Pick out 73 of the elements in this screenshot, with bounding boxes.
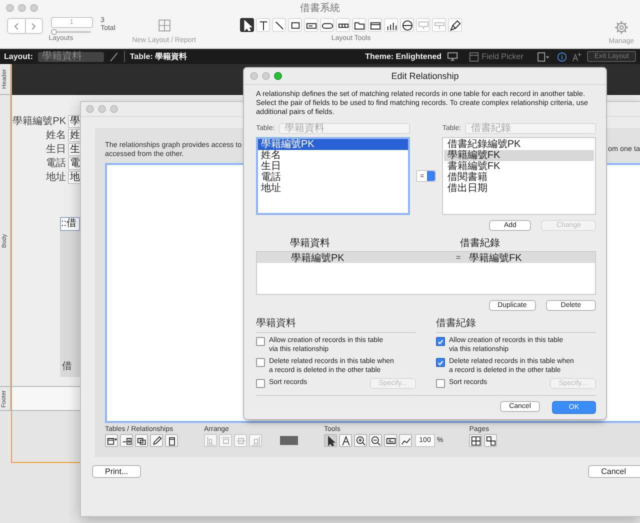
checkbox[interactable] bbox=[256, 379, 265, 388]
field-list-item[interactable]: 書籍編號FK bbox=[444, 161, 594, 172]
field-label: 姓名 bbox=[45, 129, 66, 142]
duplicate-icon[interactable] bbox=[135, 434, 148, 447]
field-label: 學籍編號PK bbox=[12, 114, 66, 128]
panel-icon[interactable] bbox=[368, 18, 382, 32]
relation-row[interactable]: 學籍編號PK = 學籍編號FK bbox=[257, 252, 595, 263]
field-list[interactable]: 學籍編號PK 姓名 生日 電話 地址 bbox=[256, 137, 410, 215]
checkbox[interactable] bbox=[256, 358, 265, 367]
cancel-button[interactable]: Cancel bbox=[588, 465, 640, 478]
page-grid-icon[interactable] bbox=[469, 434, 482, 447]
field-list[interactable]: 借書紀錄編號PK 學籍編號FK 書籍編號FK 借閱書籍 借出日期 bbox=[442, 137, 596, 215]
chart-icon[interactable] bbox=[384, 18, 398, 32]
section-header: 學籍資料 bbox=[256, 316, 297, 330]
folder-icon[interactable] bbox=[352, 18, 366, 32]
monitor-icon[interactable] bbox=[446, 51, 458, 62]
field-list-item[interactable]: 借閱書籍 bbox=[444, 172, 594, 183]
field-label: 生日 bbox=[45, 142, 66, 156]
field-list-item[interactable]: 生日 bbox=[258, 161, 408, 172]
portal[interactable]: ::借 借 bbox=[60, 217, 80, 377]
new-layout-icon bbox=[158, 19, 170, 32]
field-label: 地址 bbox=[45, 170, 66, 184]
zoom-in-icon[interactable] bbox=[354, 434, 367, 447]
text-tool-icon[interactable] bbox=[256, 18, 270, 32]
show-hide-icon[interactable] bbox=[384, 434, 397, 447]
pointer-icon[interactable] bbox=[324, 434, 337, 447]
field-list-item[interactable]: 借出日期 bbox=[444, 183, 594, 194]
field-list-item[interactable]: 借書紀錄編號PK bbox=[444, 139, 594, 150]
column-header: 學籍資料 bbox=[289, 236, 331, 250]
portal-label: 借 bbox=[61, 360, 73, 374]
text-size-icon[interactable] bbox=[572, 52, 582, 62]
text-tool-icon[interactable] bbox=[339, 434, 352, 447]
dialog-title: Edit Relationship bbox=[390, 71, 460, 81]
field-picker-icon bbox=[468, 52, 479, 62]
layout-label: Layout: bbox=[4, 52, 33, 61]
checkbox[interactable] bbox=[436, 379, 445, 388]
zoom-button[interactable] bbox=[274, 72, 282, 80]
info-icon[interactable] bbox=[557, 52, 568, 62]
add-table-icon[interactable] bbox=[105, 434, 118, 447]
print-button[interactable]: Print... bbox=[92, 465, 142, 478]
chevron-right-icon bbox=[29, 22, 38, 30]
rectangle-tool-icon[interactable] bbox=[288, 18, 302, 32]
table-name: Table: 學籍資料 bbox=[130, 51, 188, 62]
settings-icon bbox=[614, 20, 629, 35]
zoom-out-icon[interactable] bbox=[369, 434, 382, 447]
button-tool-icon[interactable] bbox=[320, 18, 334, 32]
checkbox[interactable] bbox=[256, 337, 265, 346]
slider-thumb[interactable] bbox=[50, 29, 57, 35]
chevron-left-icon bbox=[12, 22, 21, 30]
button-bar-icon[interactable] bbox=[336, 18, 350, 32]
brush-icon[interactable] bbox=[448, 18, 462, 32]
pointer-icon[interactable] bbox=[240, 18, 254, 32]
checkbox[interactable] bbox=[436, 337, 445, 346]
column-header: 借書紀錄 bbox=[460, 236, 500, 250]
line-tool-icon[interactable] bbox=[272, 18, 286, 32]
field-label: 電話 bbox=[45, 156, 66, 170]
field-list-item[interactable]: 電話 bbox=[258, 172, 408, 183]
page-split-icon[interactable] bbox=[484, 434, 498, 447]
field-list-item[interactable]: 地址 bbox=[258, 183, 408, 194]
field-list-item[interactable]: 姓名 bbox=[258, 150, 408, 161]
highlight-icon[interactable] bbox=[399, 434, 412, 447]
theme-name: Theme: Enlightened bbox=[365, 52, 442, 61]
cylinder-icon[interactable] bbox=[165, 434, 178, 447]
field-list-item[interactable]: 學籍編號FK bbox=[444, 150, 594, 161]
field-tool-icon[interactable] bbox=[304, 18, 318, 32]
globe-icon[interactable] bbox=[400, 18, 414, 32]
portal-field[interactable]: ::借 bbox=[60, 217, 80, 231]
window-title: 借書系統 bbox=[299, 2, 341, 15]
section-header: 借書紀錄 bbox=[436, 316, 477, 330]
field-list-item[interactable]: 學籍編號PK bbox=[258, 139, 408, 150]
color-swatch[interactable] bbox=[280, 436, 298, 445]
checkbox[interactable] bbox=[436, 358, 445, 367]
add-relationship-icon[interactable] bbox=[120, 434, 133, 447]
